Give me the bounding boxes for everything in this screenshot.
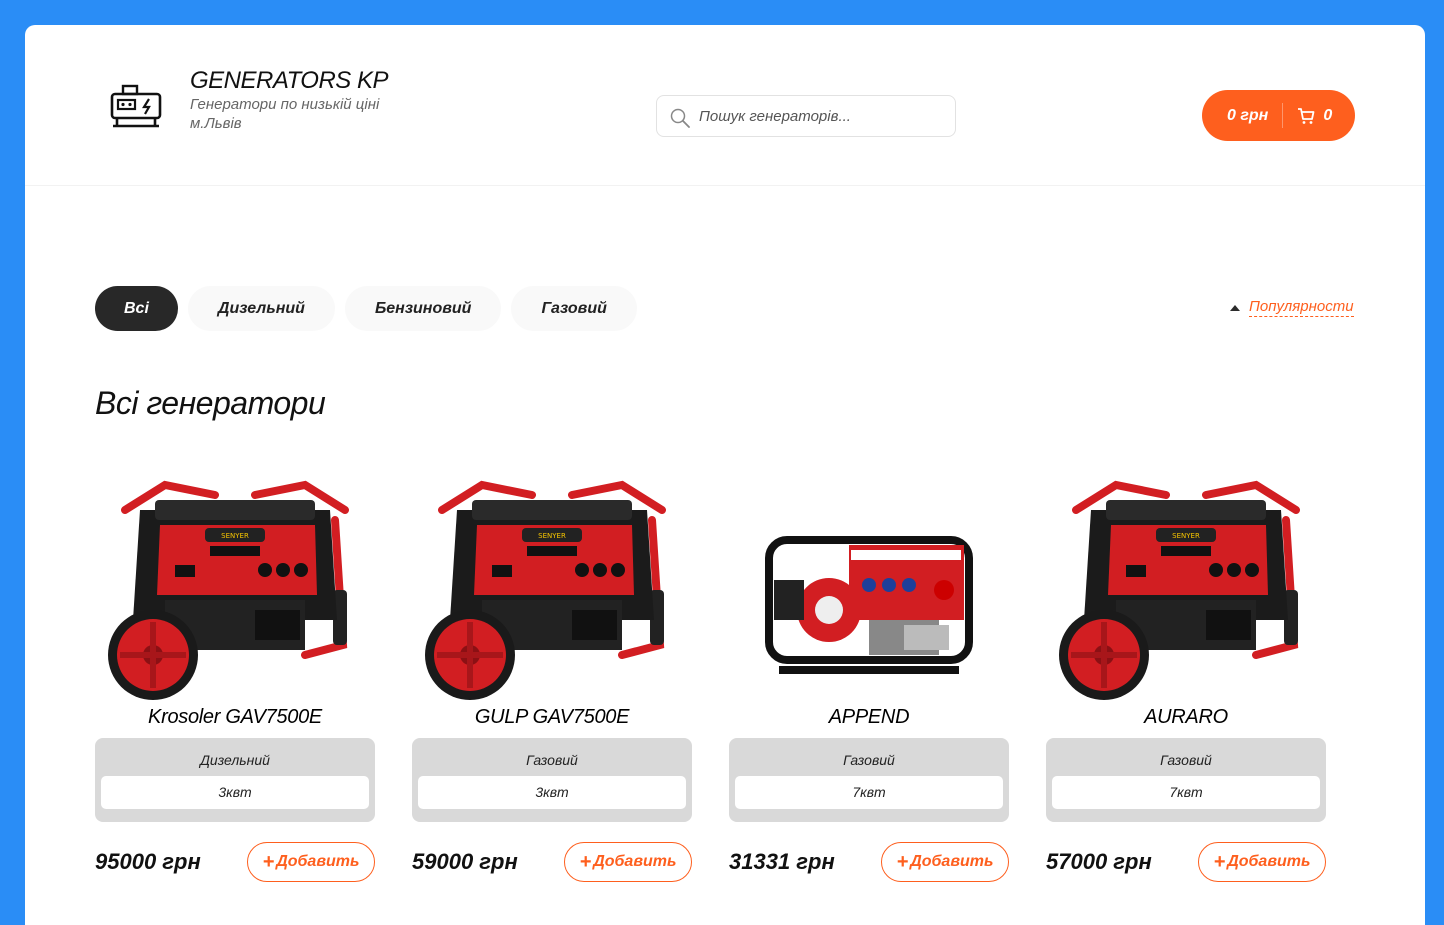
product-card: GULP GAV7500E Газовий 3квт 59000 грн + Д… bbox=[412, 470, 692, 882]
plus-icon: + bbox=[896, 850, 909, 873]
generator-icon[interactable] bbox=[109, 80, 163, 130]
product-card: Krosoler GAV7500E Дизельний 3квт 95000 г… bbox=[95, 470, 375, 882]
product-name: Krosoler GAV7500E bbox=[148, 706, 322, 728]
product-price: 31331 грн bbox=[729, 849, 835, 874]
product-name: AURARO bbox=[1144, 706, 1228, 728]
cart-icon bbox=[1298, 107, 1315, 124]
generator-image bbox=[105, 470, 365, 705]
filter-petrol[interactable]: Бензиновий bbox=[344, 286, 502, 331]
category-filters: Всі Дизельний Бензиновий Газовий bbox=[95, 286, 637, 331]
cart-button[interactable]: 0 грн 0 bbox=[1202, 90, 1355, 141]
filter-diesel[interactable]: Дизельний bbox=[187, 286, 335, 331]
plus-icon: + bbox=[262, 850, 275, 873]
product-image[interactable] bbox=[95, 470, 375, 705]
product-power: 3квт bbox=[418, 776, 686, 809]
product-price: 59000 грн bbox=[412, 849, 518, 874]
add-to-cart-button[interactable]: + Добавить bbox=[881, 842, 1009, 882]
page-container: GENERATORS KP Генератори по низькій ціні… bbox=[25, 25, 1425, 925]
cart-divider bbox=[1282, 103, 1284, 128]
header: GENERATORS KP Генератори по низькій ціні… bbox=[25, 25, 1425, 186]
product-name: GULP GAV7500E bbox=[474, 706, 630, 728]
product-power: 7квт bbox=[1052, 776, 1320, 809]
product-type: Газовий bbox=[843, 752, 895, 768]
add-button-label: Добавить bbox=[910, 853, 994, 870]
cart-total: 0 грн bbox=[1227, 106, 1269, 124]
product-specs: Дизельний 3квт bbox=[95, 738, 375, 822]
section-title: Всі генератори bbox=[95, 385, 326, 421]
filter-gas[interactable]: Газовий bbox=[511, 286, 637, 331]
product-footer: 59000 грн + Добавить bbox=[412, 842, 692, 882]
plus-icon: + bbox=[1213, 850, 1226, 873]
search-icon bbox=[670, 108, 690, 128]
product-grid: Krosoler GAV7500E Дизельний 3квт 95000 г… bbox=[95, 470, 1326, 882]
product-footer: 95000 грн + Добавить bbox=[95, 842, 375, 882]
product-power: 3квт bbox=[101, 776, 369, 809]
product-image[interactable] bbox=[412, 470, 692, 705]
product-price: 57000 грн bbox=[1046, 849, 1152, 874]
search-box bbox=[656, 95, 956, 137]
add-to-cart-button[interactable]: + Добавить bbox=[1198, 842, 1326, 882]
generator-image bbox=[1056, 470, 1316, 705]
product-image[interactable] bbox=[729, 470, 1009, 705]
product-card: APPEND Газовий 7квт 31331 грн + Добавить bbox=[729, 470, 1009, 882]
generator-image bbox=[739, 470, 999, 705]
product-specs: Газовий 7квт bbox=[729, 738, 1009, 822]
add-to-cart-button[interactable]: + Добавить bbox=[247, 842, 375, 882]
search-input[interactable] bbox=[697, 106, 941, 126]
brand-subtitle: Генератори по низькій ціні м.Львів bbox=[190, 96, 380, 132]
cart-count: 0 bbox=[1323, 106, 1333, 124]
product-power: 7квт bbox=[735, 776, 1003, 809]
sort-label[interactable]: Популярности bbox=[1249, 298, 1354, 317]
add-to-cart-button[interactable]: + Добавить bbox=[564, 842, 692, 882]
product-specs: Газовий 3квт bbox=[412, 738, 692, 822]
product-type: Газовий bbox=[526, 752, 578, 768]
product-card: AURARO Газовий 7квт 57000 грн + Добавить bbox=[1046, 470, 1326, 882]
product-name: APPEND bbox=[828, 706, 910, 728]
sort-control[interactable]: Популярности bbox=[1230, 298, 1354, 317]
filter-all[interactable]: Всі bbox=[95, 286, 178, 331]
product-type: Дизельний bbox=[200, 752, 270, 768]
add-button-label: Добавить bbox=[1227, 853, 1311, 870]
sort-arrow-icon bbox=[1230, 304, 1240, 311]
product-specs: Газовий 7квт bbox=[1046, 738, 1326, 822]
add-button-label: Добавить bbox=[276, 853, 360, 870]
product-image[interactable] bbox=[1046, 470, 1326, 705]
product-footer: 31331 грн + Добавить bbox=[729, 842, 1009, 882]
generator-image bbox=[422, 470, 682, 705]
add-button-label: Добавить bbox=[593, 853, 677, 870]
product-type: Газовий bbox=[1160, 752, 1212, 768]
product-price: 95000 грн bbox=[95, 849, 201, 874]
plus-icon: + bbox=[579, 850, 592, 873]
brand-title[interactable]: GENERATORS KP bbox=[190, 67, 389, 95]
product-footer: 57000 грн + Добавить bbox=[1046, 842, 1326, 882]
